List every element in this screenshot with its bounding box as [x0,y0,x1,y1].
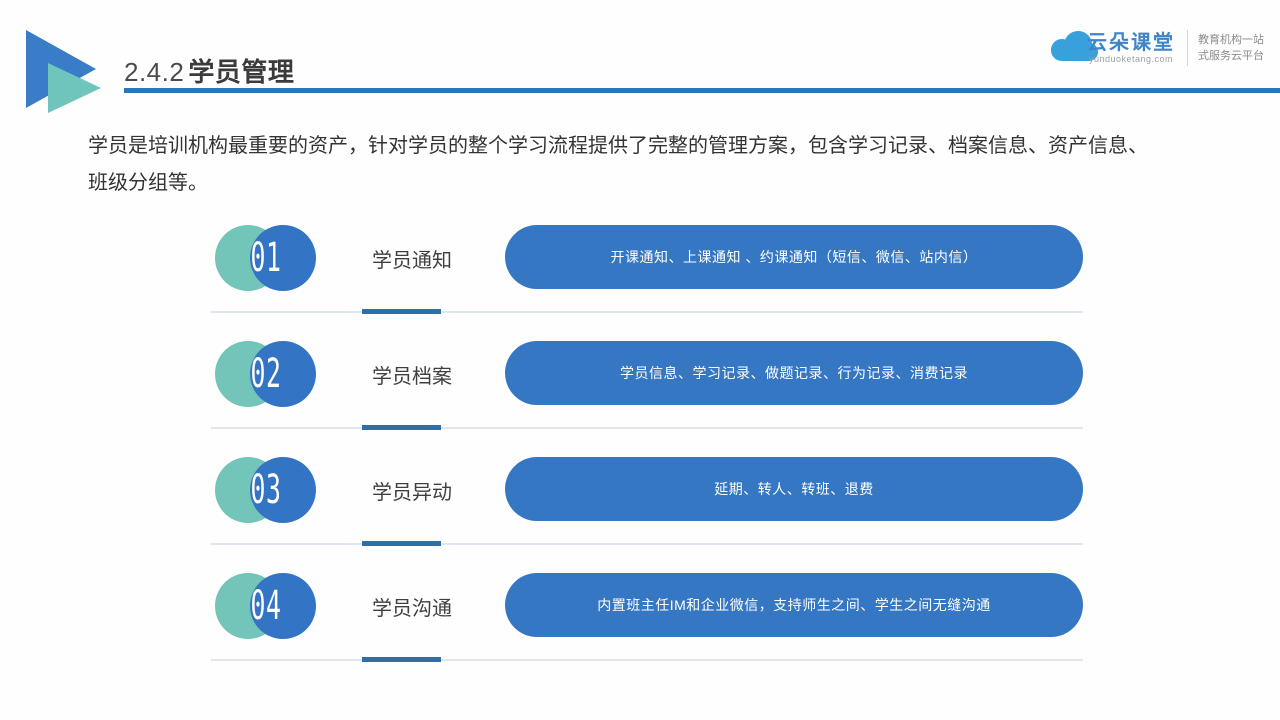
feature-label: 学员沟通 [357,592,467,621]
page-title: 2.4.2学员管理 [124,52,294,89]
row-divider [211,425,1083,430]
feature-description-pill: 内置班主任IM和企业微信，支持师生之间、学生之间无缝沟通 [505,573,1083,637]
feature-list: 01 学员通知 开课通知、上课通知 、约课通知（短信、微信、站内信） 02 学员… [205,219,1083,683]
number-badge: 02 [215,341,317,407]
feature-row-archive: 02 学员档案 学员信息、学习记录、做题记录、行为记录、消费记录 [205,335,1083,451]
badge-number: 04 [246,573,287,639]
number-badge: 04 [215,573,317,639]
brand-domain: yunduoketang.com [1087,54,1175,64]
badge-number: 03 [246,457,287,523]
brand-name: 云朵课堂 [1087,32,1175,54]
slide-student-management: { "page": { "title_prefix": "2.4.2", "ti… [0,0,1280,720]
feature-description-pill: 学员信息、学习记录、做题记录、行为记录、消费记录 [505,341,1083,405]
feature-label: 学员档案 [357,360,467,389]
feature-label: 学员异动 [357,476,467,505]
feature-row-notify: 01 学员通知 开课通知、上课通知 、约课通知（短信、微信、站内信） [205,219,1083,335]
brand-tagline: 教育机构一站 式服务云平台 [1198,32,1264,64]
feature-row-transfer: 03 学员异动 延期、转人、转班、退费 [205,451,1083,567]
intro-line-1: 学员是培训机构最重要的资产，针对学员的整个学习流程提供了完整的管理方案，包含学习… [88,128,1223,165]
feature-row-communication: 04 学员沟通 内置班主任IM和企业微信，支持师生之间、学生之间无缝沟通 [205,567,1083,683]
intro-paragraph: 学员是培训机构最重要的资产，针对学员的整个学习流程提供了完整的管理方案，包含学习… [88,128,1223,202]
brand-logo: 云朵课堂 yunduoketang.com 教育机构一站 式服务云平台 [1049,28,1264,67]
row-divider [211,541,1083,546]
row-divider [211,657,1083,662]
feature-description-pill: 开课通知、上课通知 、约课通知（短信、微信、站内信） [505,225,1083,289]
row-divider [211,309,1083,314]
feature-label: 学员通知 [357,244,467,273]
page-title-text: 学员管理 [188,57,294,87]
slide-corner-logo [24,24,108,118]
intro-line-2: 班级分组等。 [88,165,1223,202]
badge-number: 01 [246,225,287,291]
page-title-number: 2.4.2 [124,57,184,87]
number-badge: 03 [215,457,317,523]
number-badge: 01 [215,225,317,291]
feature-description-pill: 延期、转人、转班、退费 [505,457,1083,521]
brand-divider [1187,30,1188,66]
title-underline [124,88,1280,93]
badge-number: 02 [246,341,287,407]
